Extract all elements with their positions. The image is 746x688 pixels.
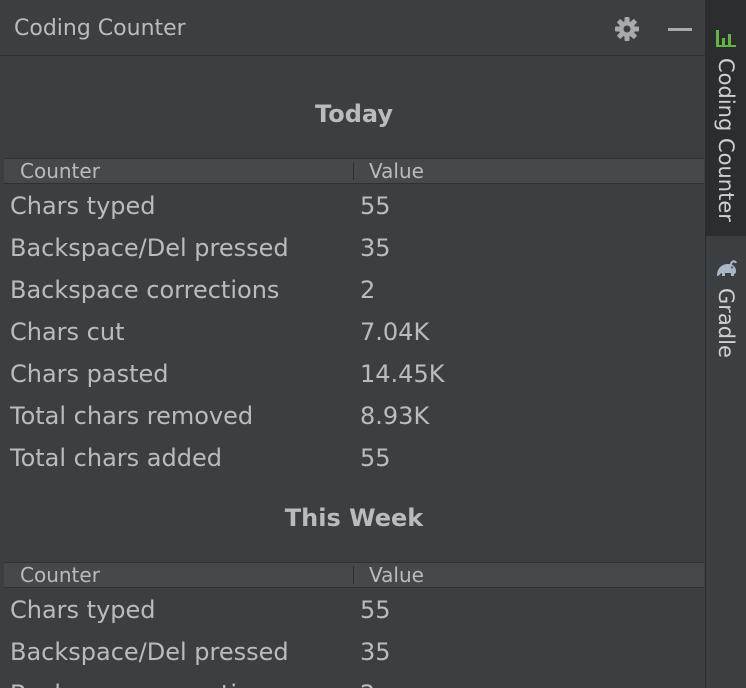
counter-value: 55: [360, 444, 391, 472]
table-row[interactable]: Chars typed 55: [4, 589, 704, 631]
table-row[interactable]: Chars typed 55: [4, 185, 704, 227]
counter-name: Chars pasted: [10, 360, 169, 388]
bar-chart-icon: [713, 24, 739, 50]
table-row[interactable]: Backspace corrections 2: [4, 269, 704, 311]
counter-name: Total chars added: [10, 444, 222, 472]
table-header-today: Counter Value: [4, 158, 704, 184]
column-separator[interactable]: [353, 566, 354, 584]
counter-name: Chars typed: [10, 596, 156, 624]
stripe-label-coding-counter: Coding Counter: [714, 58, 738, 222]
counter-value: 2: [360, 276, 376, 304]
table-header-this-week: Counter Value: [4, 562, 704, 588]
minimize-icon[interactable]: [664, 14, 694, 44]
table-row[interactable]: Chars cut 7.04K: [4, 311, 704, 353]
counter-name: Total chars removed: [10, 402, 254, 430]
gear-icon[interactable]: [612, 14, 642, 44]
counter-value: 2: [360, 673, 375, 688]
counter-value: 7.04K: [360, 318, 430, 346]
column-header-value[interactable]: Value: [369, 159, 424, 183]
table-row[interactable]: Total chars added 55: [4, 437, 704, 479]
counter-value: 35: [360, 638, 391, 666]
column-header-counter[interactable]: Counter: [20, 159, 100, 183]
stripe-button-coding-counter[interactable]: Coding Counter: [706, 0, 746, 236]
counter-name: Chars cut: [10, 318, 125, 346]
ide-window: Coding Counter Today Counter Value Chars…: [0, 0, 746, 688]
counter-name: Backspace corrections: [10, 276, 280, 304]
column-header-value[interactable]: Value: [369, 563, 424, 587]
counter-value: 55: [360, 192, 391, 220]
counter-name: Backspace/Del pressed: [10, 638, 289, 666]
column-separator[interactable]: [353, 162, 354, 180]
stripe-label-gradle: Gradle: [714, 288, 738, 358]
counter-content: Today Counter Value Chars typed 55 Backs…: [4, 57, 704, 688]
counter-name: Backspace/Del pressed: [10, 234, 289, 262]
counter-value: 35: [360, 234, 391, 262]
table-row[interactable]: Total chars removed 8.93K: [4, 395, 704, 437]
counter-value: 55: [360, 596, 391, 624]
tool-window-title: Coding Counter: [14, 16, 186, 41]
elephant-icon: [713, 256, 739, 282]
section-title-this-week: This Week: [284, 504, 424, 532]
table-row[interactable]: Backspace corrections 2: [4, 673, 704, 688]
table-row[interactable]: Backspace/Del pressed 35: [4, 227, 704, 269]
coding-counter-tool-window: Coding Counter Today Counter Value Chars…: [0, 0, 706, 688]
section-title-today: Today: [315, 100, 393, 128]
counter-value: 14.45K: [360, 360, 445, 388]
right-tool-stripe: Coding Counter Gradle: [706, 0, 746, 688]
column-header-counter[interactable]: Counter: [20, 563, 100, 587]
stripe-button-gradle[interactable]: Gradle: [706, 250, 746, 370]
counter-name: Backspace corrections: [10, 673, 279, 688]
counter-name: Chars typed: [10, 192, 156, 220]
table-row[interactable]: Chars pasted 14.45K: [4, 353, 704, 395]
counter-value: 8.93K: [360, 402, 430, 430]
table-row[interactable]: Backspace/Del pressed 35: [4, 631, 704, 673]
tool-window-header: Coding Counter: [0, 0, 705, 56]
